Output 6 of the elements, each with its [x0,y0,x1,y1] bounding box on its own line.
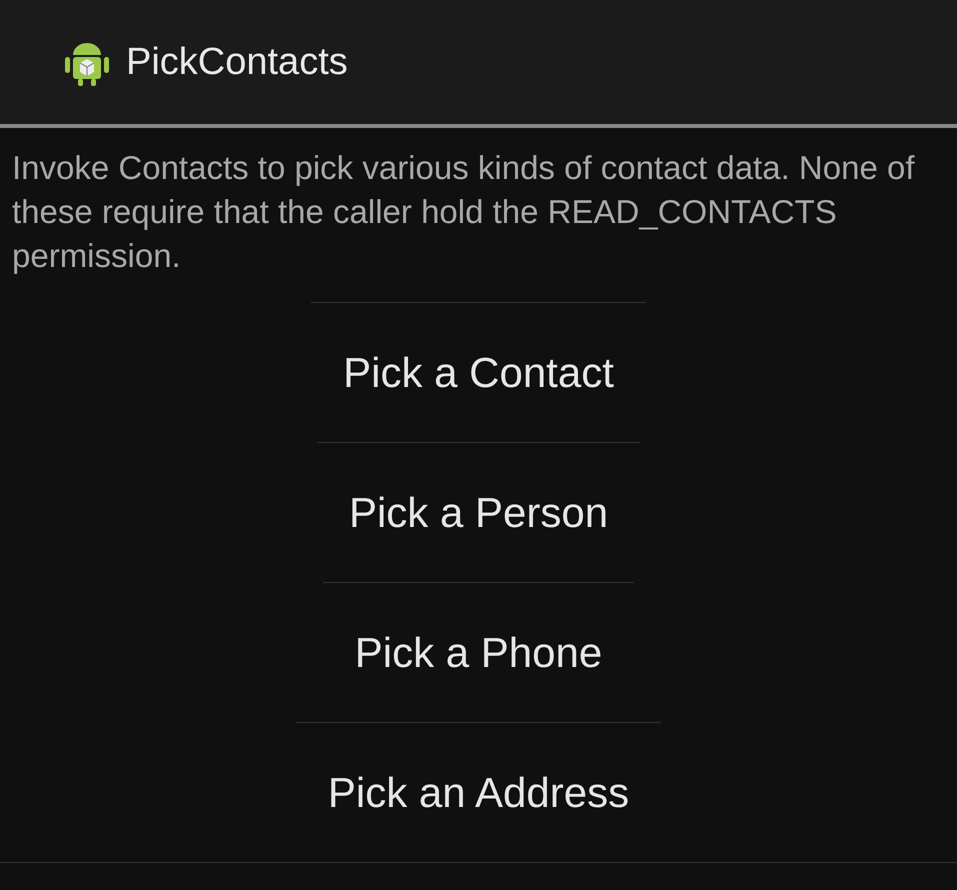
pick-button[interactable]: Pick a Person [316,442,640,582]
pick-button[interactable]: Pick an Address [296,722,662,862]
pick-button[interactable]: Pick a Phone [322,582,634,722]
app-title: PickContacts [126,40,348,84]
pick-button[interactable]: Pick a Contact [311,302,646,442]
description-text: Invoke Contacts to pick various kinds of contact data. None of these require that the caller hold the READ_CONTACTS permission. [12,148,916,276]
